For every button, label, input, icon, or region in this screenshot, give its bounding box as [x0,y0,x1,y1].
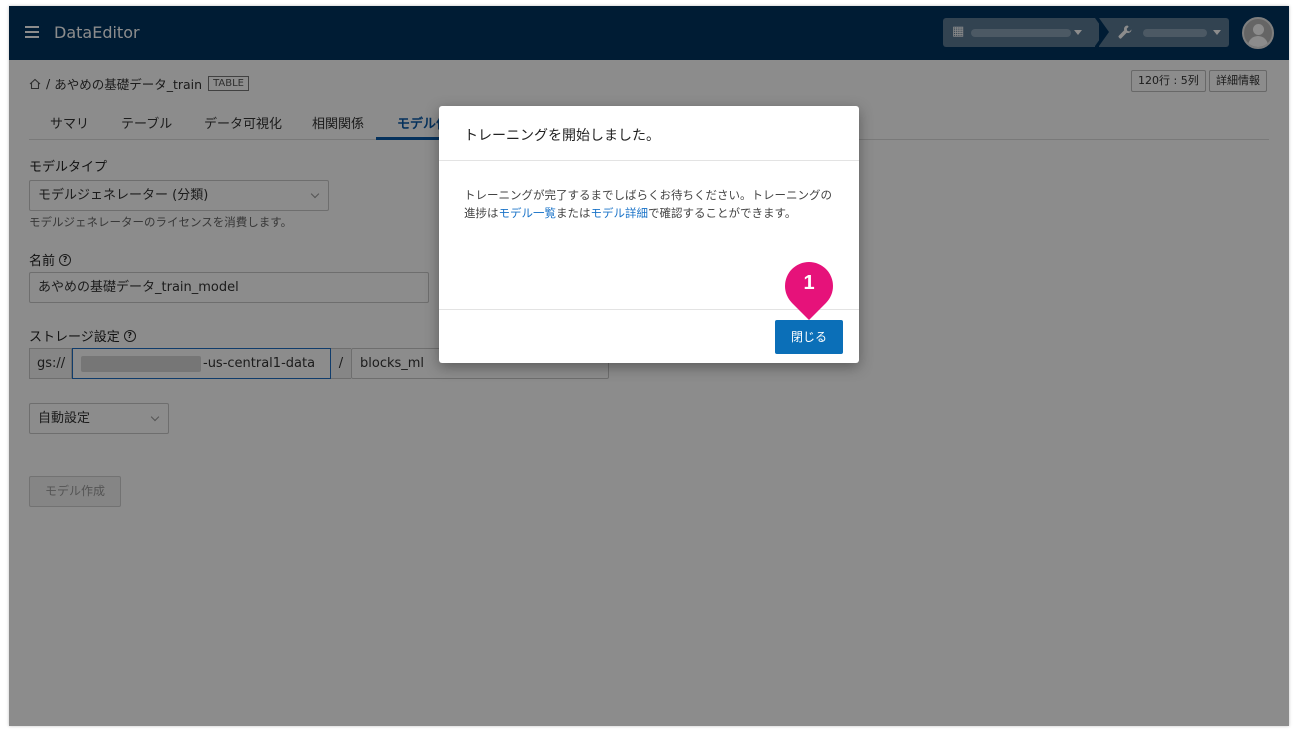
dialog-message: トレーニングが完了するまでしばらくお待ちください。トレーニングの進捗はモデル一覧… [464,188,832,220]
model-detail-link[interactable]: モデル詳細 [591,206,649,220]
step-marker-number: 1 [803,272,815,294]
training-started-dialog: トレーニングを開始しました。 トレーニングが完了するまでしばらくお待ちください。… [439,106,859,363]
app-window: DataEditor ▦ / あやめの基礎データ_train TABLE 120… [9,6,1289,726]
dialog-divider [439,309,859,310]
model-list-link[interactable]: モデル一覧 [499,206,557,220]
dialog-title: トレーニングを開始しました。 [464,128,660,144]
close-button[interactable]: 閉じる [775,320,843,354]
dialog-divider [439,160,859,161]
